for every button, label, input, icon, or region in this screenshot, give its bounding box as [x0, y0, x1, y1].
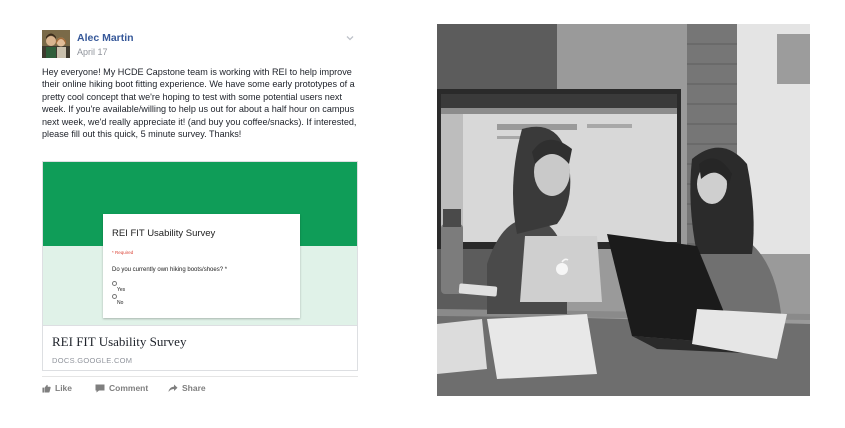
link-card-title[interactable]: REI FIT Usability Survey — [52, 334, 186, 350]
form-title: REI FIT Usability Survey — [112, 228, 216, 239]
facebook-post: Alec Martin April 17 Hey everyone! My HC… — [40, 24, 360, 404]
avatar[interactable] — [42, 30, 70, 58]
radio-yes-label: Yes — [117, 287, 126, 293]
form-required-note: * Required — [112, 250, 134, 255]
share-button[interactable]: Share — [168, 383, 206, 393]
link-card-domain: DOCS.GOOGLE.COM — [52, 356, 133, 365]
post-body-text: Hey everyone! My HCDE Capstone team is w… — [42, 67, 357, 140]
share-label: Share — [182, 383, 206, 393]
usability-test-photo — [437, 24, 810, 396]
post-actions-bar: Like Comment Share — [42, 376, 358, 396]
link-card-footer: REI FIT Usability Survey DOCS.GOOGLE.COM — [43, 325, 357, 370]
radio-yes[interactable] — [112, 281, 117, 286]
form-preview-image: REI FIT Usability Survey * Required Do y… — [43, 162, 357, 325]
comment-icon — [95, 384, 105, 392]
form-question: Do you currently own hiking boots/shoes?… — [112, 267, 228, 273]
like-label: Like — [55, 383, 73, 393]
share-icon — [168, 384, 178, 392]
radio-no-label: No — [117, 300, 124, 306]
comment-label: Comment — [109, 383, 149, 393]
author-name[interactable]: Alec Martin — [77, 32, 134, 44]
like-button[interactable]: Like — [42, 383, 72, 393]
chevron-down-icon[interactable] — [344, 32, 356, 44]
like-icon — [42, 384, 51, 393]
radio-no[interactable] — [112, 294, 117, 299]
post-header: Alec Martin April 17 — [42, 30, 358, 62]
link-preview-card[interactable]: REI FIT Usability Survey * Required Do y… — [42, 161, 358, 371]
form-card: REI FIT Usability Survey * Required Do y… — [103, 214, 300, 318]
comment-button[interactable]: Comment — [95, 383, 148, 393]
post-date[interactable]: April 17 — [77, 47, 108, 57]
